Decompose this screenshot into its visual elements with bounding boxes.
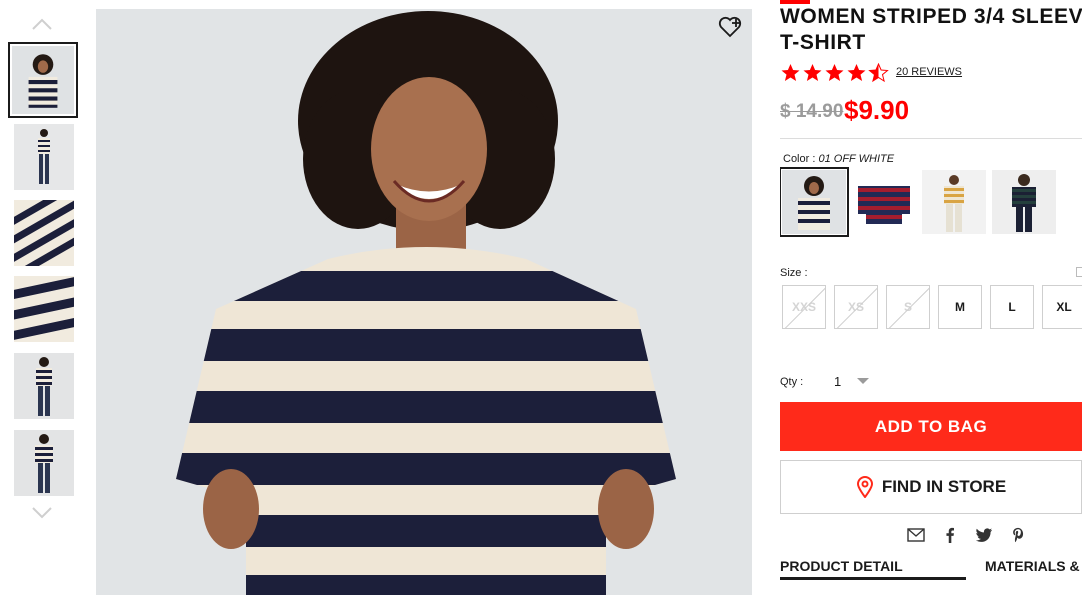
color-swatch-yellow[interactable]	[922, 170, 986, 234]
size-option-xs[interactable]: XS	[834, 285, 878, 329]
thumbnail-gallery	[0, 0, 84, 595]
divider	[780, 138, 1082, 139]
product-info-panel: WOMEN STRIPED 3/4 SLEEVE T-SHIRT 20 REVI…	[780, 0, 1082, 595]
facebook-icon[interactable]	[940, 526, 960, 544]
active-tab-indicator	[780, 577, 966, 580]
chevron-up-icon[interactable]	[28, 14, 56, 34]
qty-label: Qty :	[780, 376, 804, 388]
add-to-bag-button[interactable]: ADD TO BAG	[780, 402, 1082, 451]
location-pin-icon	[856, 476, 873, 498]
reviews-link[interactable]: 20 REVIEWS	[896, 66, 962, 78]
rating-stars	[780, 63, 889, 83]
size-guide-icon[interactable]	[1076, 267, 1082, 277]
size-option-xxs[interactable]: XXS	[782, 285, 826, 329]
pinterest-icon[interactable]	[1008, 526, 1028, 544]
star-icon	[825, 64, 844, 81]
color-swatch-red-navy[interactable]	[852, 170, 916, 234]
chevron-down-icon[interactable]	[28, 503, 56, 523]
original-price: $ 14.90	[780, 101, 844, 122]
caret-down-icon	[857, 378, 870, 384]
sale-price: $9.90	[844, 95, 910, 125]
size-option-m[interactable]: M	[938, 285, 982, 329]
thumbnail-6[interactable]	[14, 430, 74, 496]
half-star-icon	[868, 63, 889, 83]
tab-product-detail[interactable]: PRODUCT DETAIL	[780, 558, 903, 574]
color-swatch-green-navy[interactable]	[992, 170, 1056, 234]
find-in-store-label: FIND IN STORE	[881, 477, 1007, 496]
thumbnail-5[interactable]	[14, 353, 74, 419]
size-option-l[interactable]: L	[990, 285, 1034, 329]
size-option-s[interactable]: S	[886, 285, 930, 329]
thumbnail-3[interactable]	[14, 200, 74, 266]
twitter-icon[interactable]	[974, 526, 994, 544]
share-bar	[906, 526, 1028, 544]
thumbnail-4[interactable]	[14, 276, 74, 342]
thumbnail-1[interactable]	[8, 42, 78, 118]
color-swatch-off-white[interactable]	[780, 167, 849, 237]
star-icon	[781, 64, 800, 81]
mail-icon[interactable]	[906, 526, 926, 544]
star-icon	[847, 64, 866, 81]
heart-plus-icon[interactable]	[718, 16, 742, 38]
size-label: Size :	[780, 267, 808, 279]
find-in-store-button[interactable]: FIND IN STORE	[780, 460, 1082, 514]
thumbnail-2[interactable]	[14, 124, 74, 190]
qty-value: 1	[834, 373, 842, 389]
color-selected-name: 01 OFF WHITE	[818, 153, 895, 165]
color-label: Color : 01 OFF WHITE	[783, 153, 894, 165]
main-product-image	[96, 9, 752, 595]
tab-materials[interactable]: MATERIALS &	[985, 558, 1080, 574]
star-icon	[803, 64, 822, 81]
size-option-xl[interactable]: XL	[1042, 285, 1082, 329]
qty-select[interactable]: 1	[832, 368, 896, 394]
product-title: WOMEN STRIPED 3/4 SLEEVE T-SHIRT	[780, 5, 1082, 54]
product-tabs: PRODUCT DETAIL MATERIALS &	[780, 558, 1082, 582]
color-label-text: Color :	[783, 153, 816, 165]
